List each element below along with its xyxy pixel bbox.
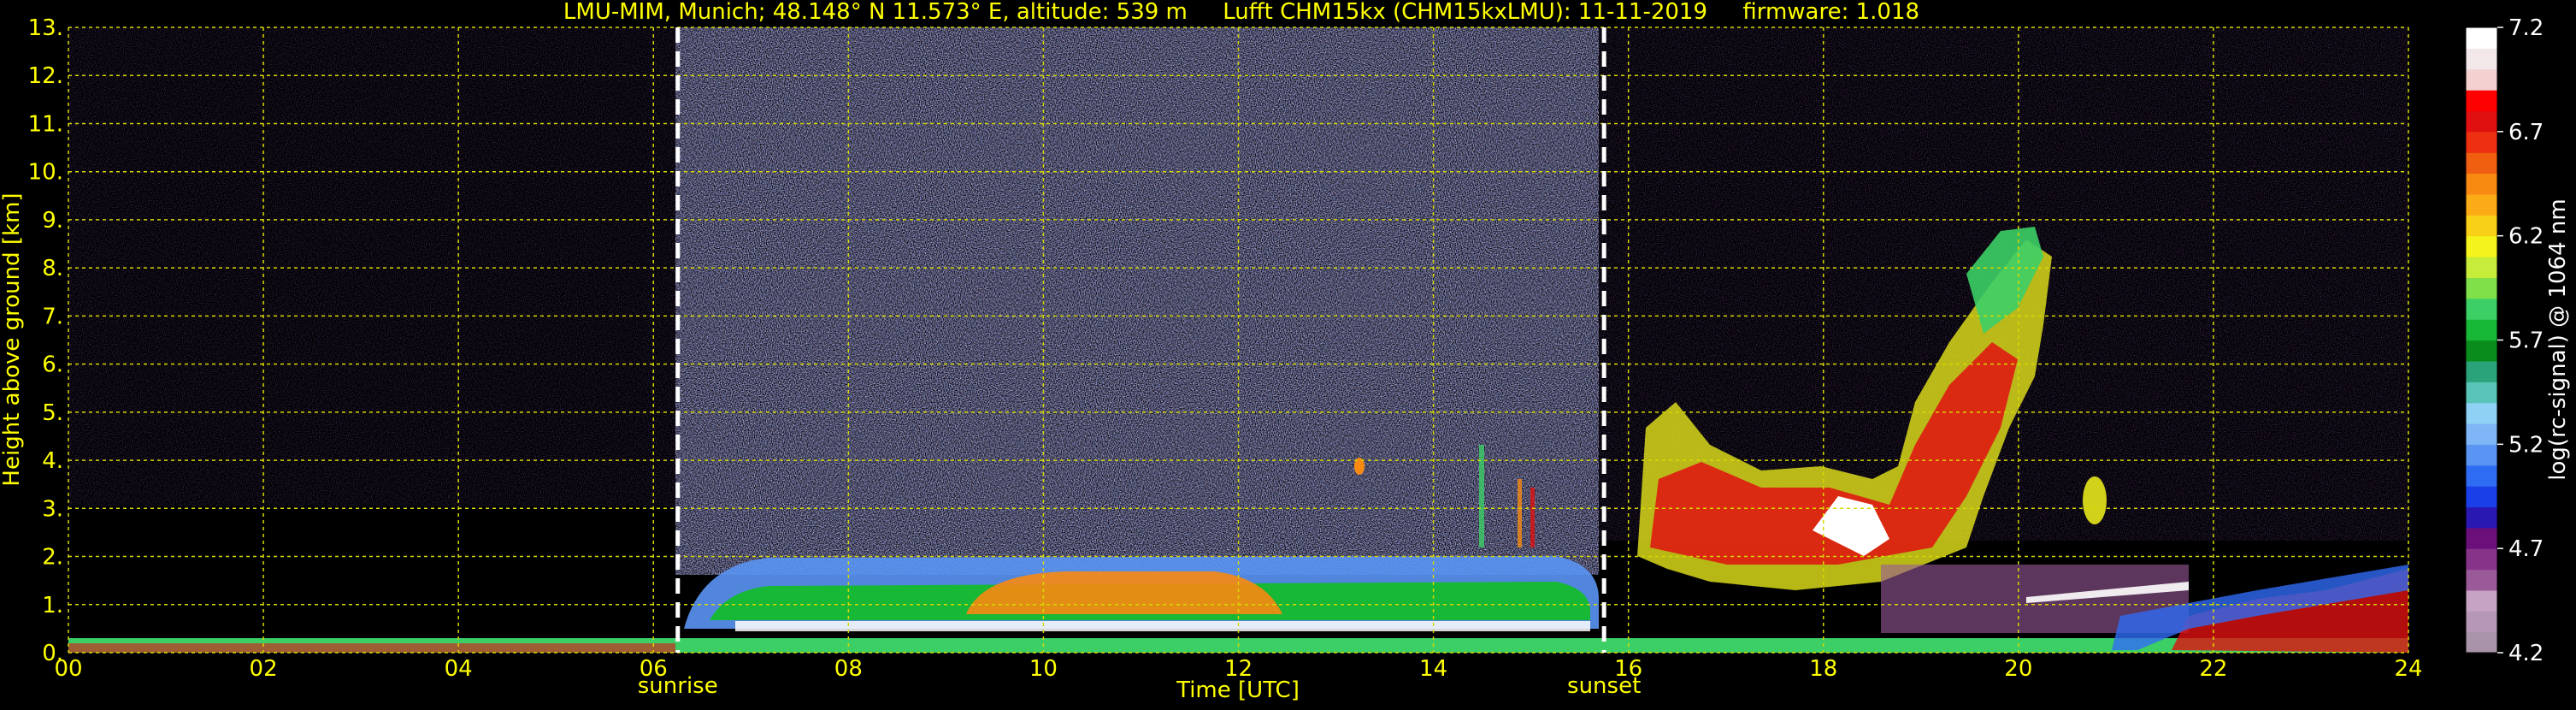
colorbar-swatch (2466, 48, 2497, 70)
y-tick-label: 10. (28, 160, 63, 186)
colorbar-swatch (2466, 464, 2497, 487)
colorbar-swatch (2466, 68, 2497, 91)
colorbar-swatch (2466, 257, 2497, 278)
colorbar-swatch (2466, 548, 2497, 571)
colorbar-swatch (2466, 506, 2497, 529)
streak-1450c (1530, 488, 1535, 547)
x-tick-label: 22 (2199, 656, 2227, 682)
colorbar-swatch (2466, 173, 2497, 195)
colorbar-tick-label: 5.7 (2508, 328, 2544, 354)
chart-root: sunrise sunset 00 02 04 06 08 10 12 14 16 18 20 22 24… (0, 0, 2576, 707)
colorbar-swatch (2466, 152, 2497, 175)
y-tick-label: 9. (42, 208, 63, 234)
colorbar-swatch (2466, 235, 2497, 257)
colorbar-swatch (2466, 340, 2497, 362)
colorbar-swatch (2466, 527, 2497, 549)
x-tick-label: 24 (2394, 656, 2422, 682)
x-tick-label: 08 (834, 656, 863, 682)
colorbar-swatch (2466, 90, 2497, 112)
chart-title: LMU-MIM, Munich; 48.148° N 11.573° E, al… (563, 0, 1919, 25)
y-tick-label: 11. (28, 111, 63, 137)
y-tick-label: 1. (42, 593, 63, 618)
colorbar-swatch (2466, 110, 2497, 133)
streak-1450b (1518, 479, 1522, 547)
colorbar-tick-label: 6.2 (2508, 224, 2544, 250)
y-axis-label: Height above ground [km] (0, 192, 25, 486)
y-tick-label: 3. (42, 496, 63, 522)
colorbar-swatch (2466, 402, 2497, 424)
y-tick-label: 4. (42, 448, 63, 474)
colorbar-tick-label: 4.2 (2508, 641, 2544, 666)
colorbar-swatch (2466, 569, 2497, 591)
colorbar-label: log(rc-signal) @ 1064 nm (2545, 198, 2571, 480)
night-noise-left (68, 27, 675, 506)
y-tick-label: 8. (42, 256, 63, 281)
y-tick-label: 2. (42, 545, 63, 571)
colorbar-swatch (2466, 486, 2497, 508)
y-axis-ticks: 0. 1. 2. 3. 4. 5. 6. 7. 8. 9. 10. 11. 12. 13. (28, 15, 63, 666)
colorbar-swatch (2466, 360, 2497, 382)
x-tick-label: 02 (250, 656, 278, 682)
colorbar-swatch (2466, 193, 2497, 216)
colorbar-swatch (2466, 631, 2497, 654)
y-tick-label: 6. (42, 352, 63, 378)
y-tick-label: 0. (42, 641, 63, 666)
colorbar-swatch (2466, 298, 2497, 320)
colorbar-swatch (2466, 423, 2497, 445)
day-noise (675, 27, 1599, 575)
colorbar-swatch (2466, 27, 2497, 49)
y-tick-label: 13. (28, 15, 63, 41)
x-tick-label: 06 (640, 656, 668, 682)
x-axis-label: Time [UTC] (1176, 677, 1300, 703)
colorbar-swatch (2466, 131, 2497, 153)
y-tick-label: 7. (42, 304, 63, 329)
colorbar (2466, 27, 2497, 654)
y-tick-label: 5. (42, 400, 63, 426)
colorbar-swatch (2466, 444, 2497, 466)
colorbar-tick-label: 4.7 (2508, 536, 2544, 562)
x-tick-label: 20 (2004, 656, 2032, 682)
colorbar-swatch (2466, 277, 2497, 299)
colorbar-swatch (2466, 319, 2497, 341)
y-tick-label: 12. (28, 63, 63, 89)
surface-layer-red (68, 643, 675, 653)
colorbar-swatch (2466, 611, 2497, 633)
colorbar-tick-label: 6.7 (2508, 120, 2544, 145)
aerosol-layer-white (735, 621, 1590, 631)
colorbar-swatch (2466, 215, 2497, 237)
colorbar-tick-label: 5.2 (2508, 432, 2544, 458)
lidar-quicklook-plot: sunrise sunset 00 02 04 06 08 10 12 14 16 18 20 22 24… (0, 0, 2571, 703)
x-tick-label: 04 (445, 656, 473, 682)
colorbar-ticks: 4.2 4.7 5.2 5.7 6.2 6.7 7.2 (2497, 15, 2544, 666)
x-tick-label: 16 (1614, 656, 1642, 682)
x-tick-label: 10 (1029, 656, 1058, 682)
colorbar-tick-label: 7.2 (2508, 15, 2544, 41)
x-tick-label: 18 (1809, 656, 1837, 682)
colorbar-swatch (2466, 382, 2497, 404)
colorbar-swatch (2466, 589, 2497, 612)
x-tick-label: 14 (1419, 656, 1447, 682)
cloud-2045 (2083, 476, 2107, 524)
